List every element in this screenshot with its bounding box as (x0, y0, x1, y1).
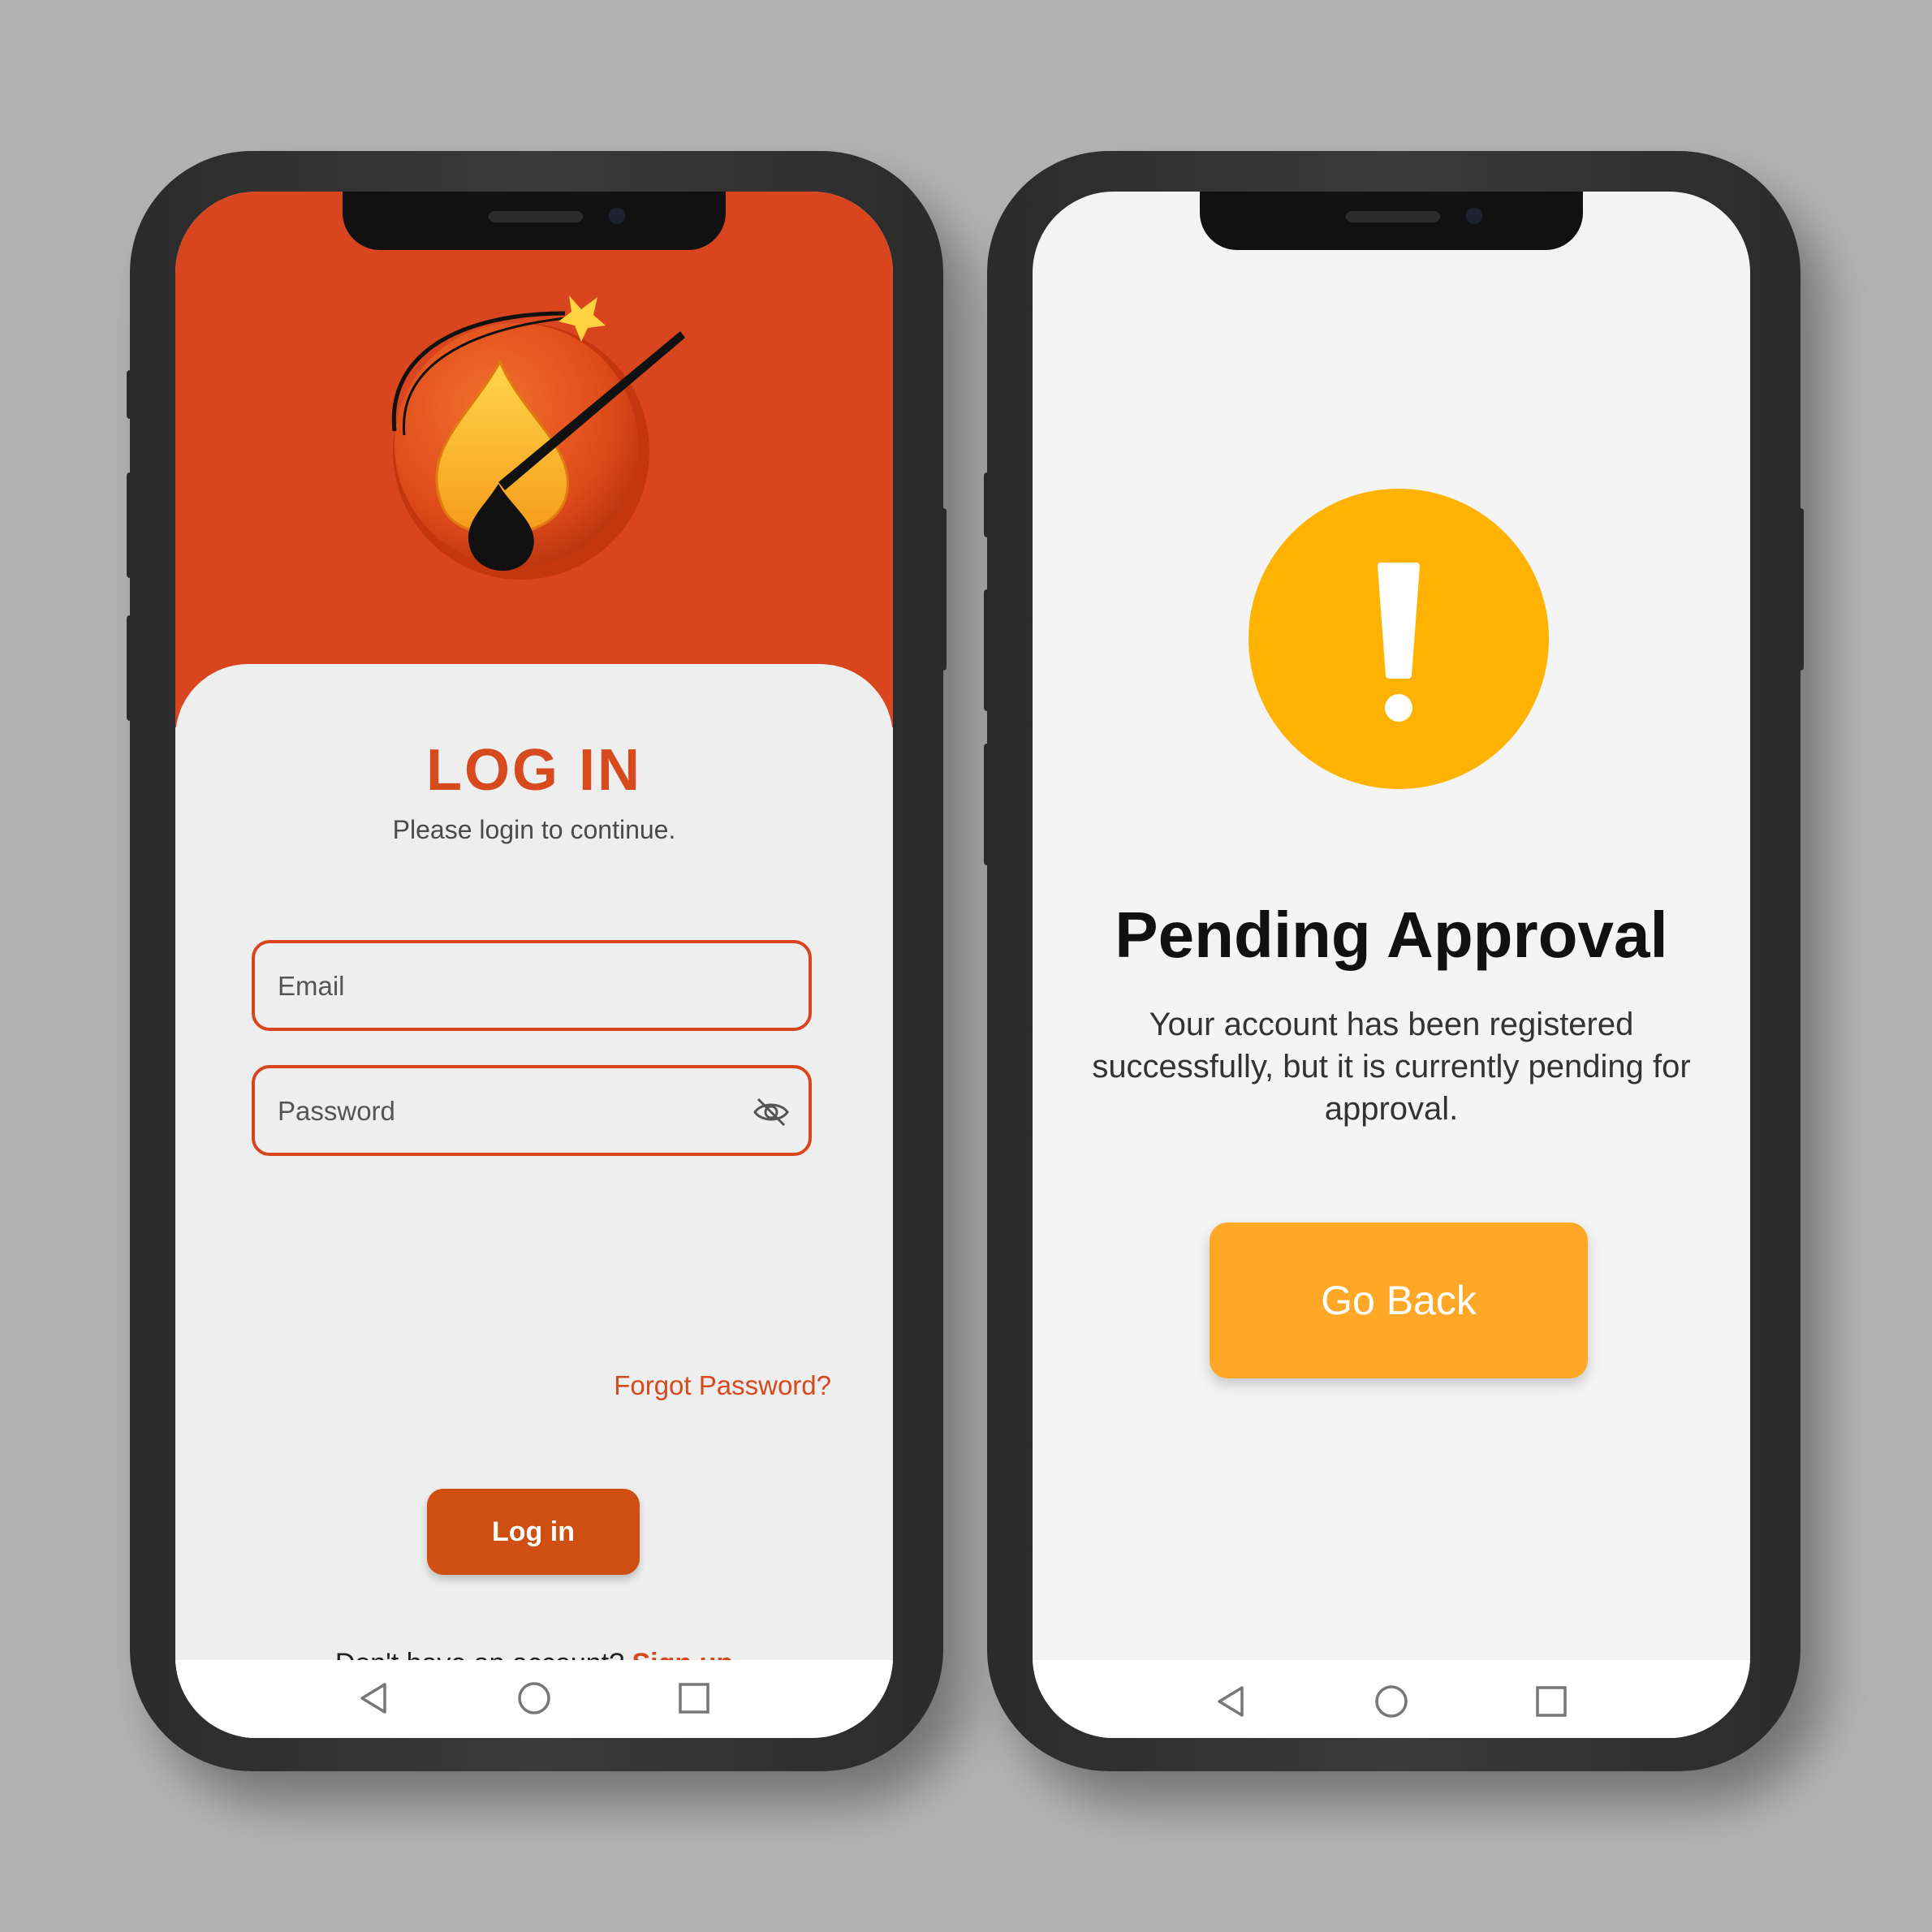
email-input[interactable] (276, 943, 734, 1029)
eye-off-icon[interactable] (752, 1096, 791, 1128)
login-subtitle: Please login to continue. (392, 815, 676, 844)
login-card: LOG IN Please login to continue. Forgot … (175, 664, 893, 1738)
password-field[interactable] (252, 1065, 812, 1156)
back-icon[interactable] (1211, 1681, 1252, 1722)
warning-badge (1248, 489, 1549, 789)
login-button[interactable]: Log in (427, 1489, 640, 1575)
home-icon[interactable] (514, 1678, 554, 1719)
mute-switch (127, 370, 133, 419)
android-nav-bar (1033, 1660, 1750, 1738)
mute-switch (984, 472, 990, 537)
login-title: LOG IN (426, 738, 642, 803)
recents-icon[interactable] (1531, 1681, 1572, 1722)
pending-message: Your account has been registered success… (1092, 1007, 1691, 1127)
camera (1466, 208, 1482, 224)
pending-screen: Pending Approval Your account has been r… (1033, 192, 1750, 1738)
login-header (175, 192, 893, 727)
recents-icon[interactable] (674, 1678, 714, 1719)
password-input[interactable] (276, 1068, 734, 1154)
email-field[interactable] (252, 940, 812, 1031)
volume-down-button (984, 744, 990, 865)
login-screen: LOG IN Please login to continue. Forgot … (175, 192, 893, 1738)
go-back-button[interactable]: Go Back (1210, 1223, 1588, 1378)
back-icon[interactable] (354, 1678, 395, 1719)
notch (343, 192, 726, 250)
speaker (1346, 211, 1440, 222)
android-nav-bar (175, 1660, 893, 1738)
speaker (489, 211, 583, 222)
volume-down-button (127, 615, 133, 721)
forgot-password-link[interactable]: Forgot Password? (614, 1370, 831, 1401)
notch (1200, 192, 1583, 250)
exclamation-icon (1378, 563, 1420, 722)
power-button (1797, 508, 1804, 671)
pending-title: Pending Approval (1115, 899, 1668, 971)
camera (609, 208, 625, 224)
home-icon[interactable] (1371, 1681, 1412, 1722)
phone-frame-left: LOG IN Please login to continue. Forgot … (127, 151, 947, 1771)
phone-frame-right: Pending Approval Your account has been r… (984, 151, 1804, 1771)
power-button (940, 508, 947, 671)
app-logo (391, 295, 685, 580)
volume-up-button (984, 589, 990, 711)
volume-up-button (127, 472, 133, 578)
